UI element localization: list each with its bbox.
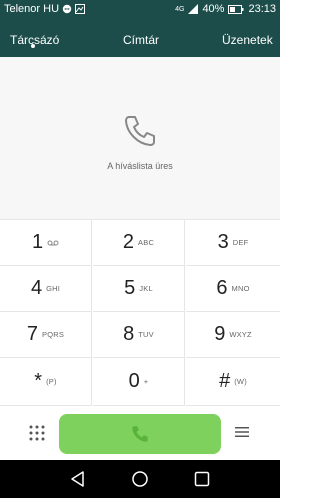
key-6-letters: MNO [231, 284, 250, 293]
tab-contacts[interactable]: Címtár [123, 33, 159, 47]
key-8-letters: TUV [138, 330, 154, 339]
call-log-empty: A híváslista üres [0, 57, 280, 220]
call-button[interactable] [59, 414, 221, 454]
status-bar: Telenor HU 4G 40% 23:13 [0, 0, 280, 20]
key-3-letters: DEF [232, 238, 249, 247]
key-9-digit: 9 [214, 323, 226, 345]
chat-icon [62, 4, 72, 14]
recents-icon[interactable] [193, 470, 211, 488]
key-4[interactable]: 4 GHI [0, 266, 92, 312]
key-4-digit: 4 [30, 277, 43, 299]
key-8[interactable]: 8 TUV [93, 312, 185, 358]
key-3-digit: 3 [217, 231, 229, 253]
key-4-letters: GHI [46, 284, 61, 293]
key-hash-digit: # [219, 370, 231, 392]
phone-icon [125, 116, 155, 146]
status-right: 4G 40% 23:13 [175, 3, 276, 15]
battery-percent: 40% [202, 3, 225, 15]
tab-bar: Tárcsázó Címtár Üzenetek [0, 30, 280, 56]
key-0-sub: + [143, 377, 149, 386]
key-0[interactable]: 0 + [93, 358, 185, 406]
key-8-digit: 8 [123, 323, 135, 345]
call-icon [132, 426, 148, 442]
menu-icon[interactable] [234, 424, 250, 440]
back-icon[interactable] [69, 470, 87, 488]
key-1[interactable]: 1 [0, 220, 92, 266]
tab-indicator [31, 44, 35, 48]
key-3[interactable]: 3 DEF [186, 220, 280, 266]
tab-messages[interactable]: Üzenetek [222, 33, 273, 47]
key-5-digit: 5 [124, 277, 136, 299]
key-star[interactable]: * (P) [0, 358, 92, 406]
voicemail-icon [47, 240, 59, 245]
key-star-sub: (P) [46, 377, 57, 386]
key-6-digit: 6 [216, 277, 228, 299]
key-7-digit: 7 [26, 323, 39, 345]
battery-icon [228, 4, 244, 14]
key-2[interactable]: 2 ABC [93, 220, 185, 266]
empty-text: A híváslista üres [107, 161, 173, 171]
key-hash-sub: (W) [234, 377, 247, 386]
key-hash[interactable]: # (W) [186, 358, 280, 406]
carrier-group: Telenor HU [4, 3, 86, 15]
key-9[interactable]: 9 WXYZ [186, 312, 280, 358]
network-type: 4G [175, 5, 185, 13]
key-star-digit: * [34, 370, 43, 392]
home-icon[interactable] [131, 470, 149, 488]
key-0-digit: 0 [128, 370, 140, 392]
gallery-icon [75, 4, 86, 14]
key-7-letters: PQRS [42, 330, 65, 339]
key-2-letters: ABC [138, 238, 155, 247]
bottom-bar [0, 406, 280, 460]
keypad: 1 2 ABC 3 DEF 4 GHI 5 JKL 6 MNO 7 PQRS 8… [0, 220, 280, 406]
key-9-letters: WXYZ [229, 330, 252, 339]
app-header: Telenor HU 4G 40% 23:13 Tárcsázó Címtár … [0, 0, 280, 57]
key-7[interactable]: 7 PQRS [0, 312, 92, 358]
key-2-digit: 2 [122, 231, 135, 253]
dialpad-toggle-icon[interactable] [28, 424, 46, 442]
system-nav-bar [0, 460, 280, 498]
key-6[interactable]: 6 MNO [186, 266, 280, 312]
key-5-letters: JKL [139, 284, 153, 293]
carrier-name: Telenor HU [4, 3, 60, 15]
signal-icon [188, 4, 199, 14]
key-1-digit: 1 [31, 231, 44, 253]
key-5[interactable]: 5 JKL [93, 266, 185, 312]
clock: 23:13 [248, 3, 276, 15]
